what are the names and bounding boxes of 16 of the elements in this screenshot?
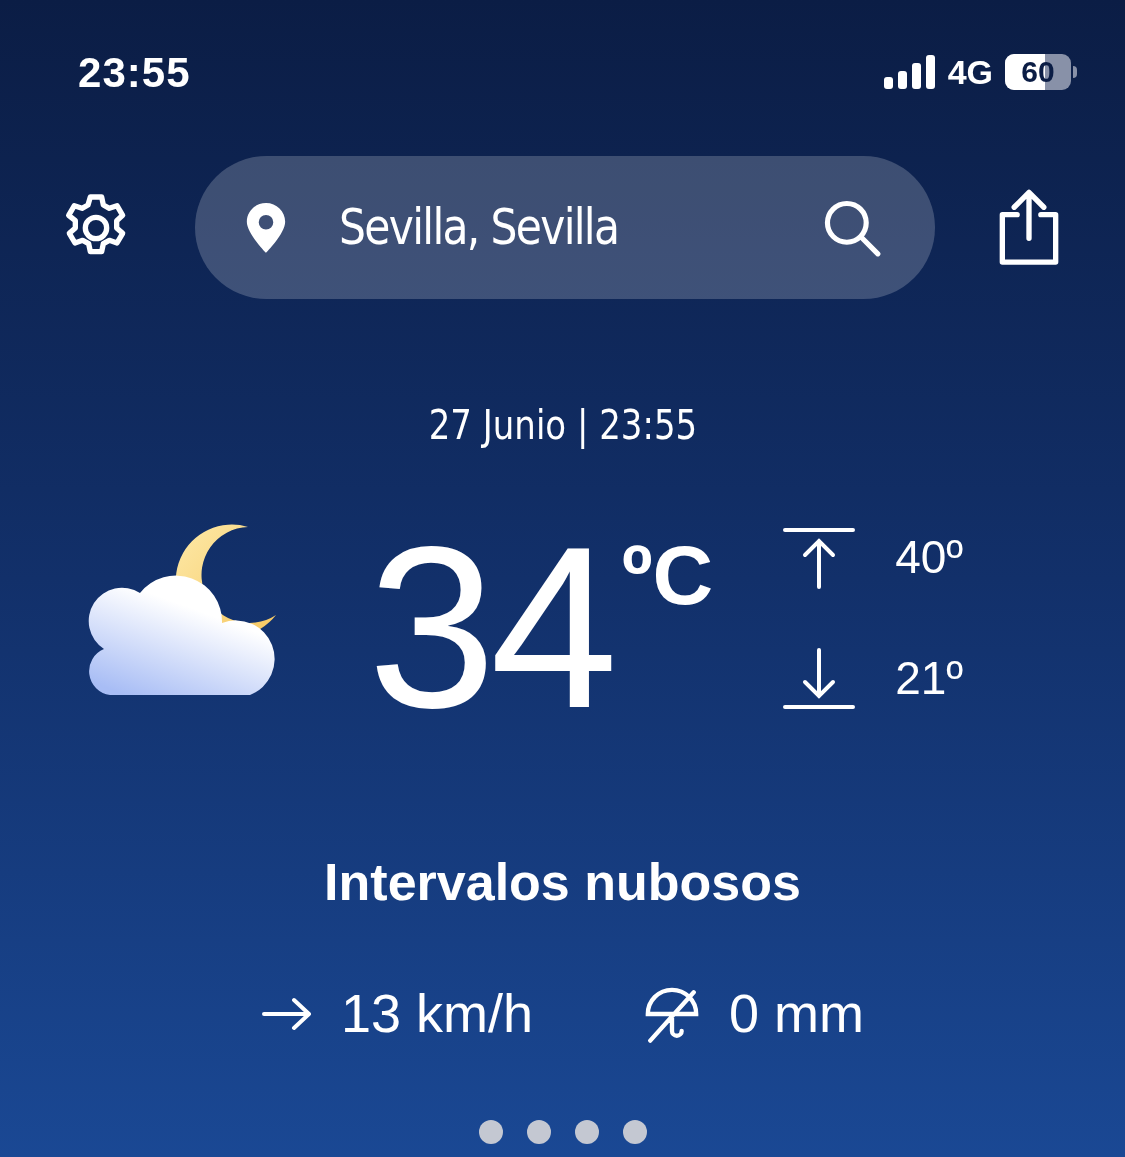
max-temperature-icon	[783, 526, 856, 589]
search-value: Sevilla, Sevilla	[338, 197, 619, 258]
temperature-unit: ºC	[621, 533, 714, 617]
weather-description: Intervalos nubosos	[324, 852, 801, 913]
rainfall: 0 mm	[729, 982, 865, 1045]
temperature: 34	[368, 513, 612, 743]
min-temperature: 21º	[895, 651, 964, 706]
signal-icon	[883, 55, 936, 89]
status-time: 23:55	[78, 47, 191, 98]
date-time: 27 Junio | 23:55	[428, 401, 697, 451]
wind-speed: 13 km/h	[340, 982, 534, 1045]
network-label: 4G	[947, 51, 993, 93]
min-temperature-icon	[783, 647, 856, 710]
battery-level: 60	[1020, 54, 1056, 90]
search-field[interactable]: Sevilla, Sevilla	[194, 156, 935, 299]
max-temperature: 40º	[895, 530, 964, 585]
